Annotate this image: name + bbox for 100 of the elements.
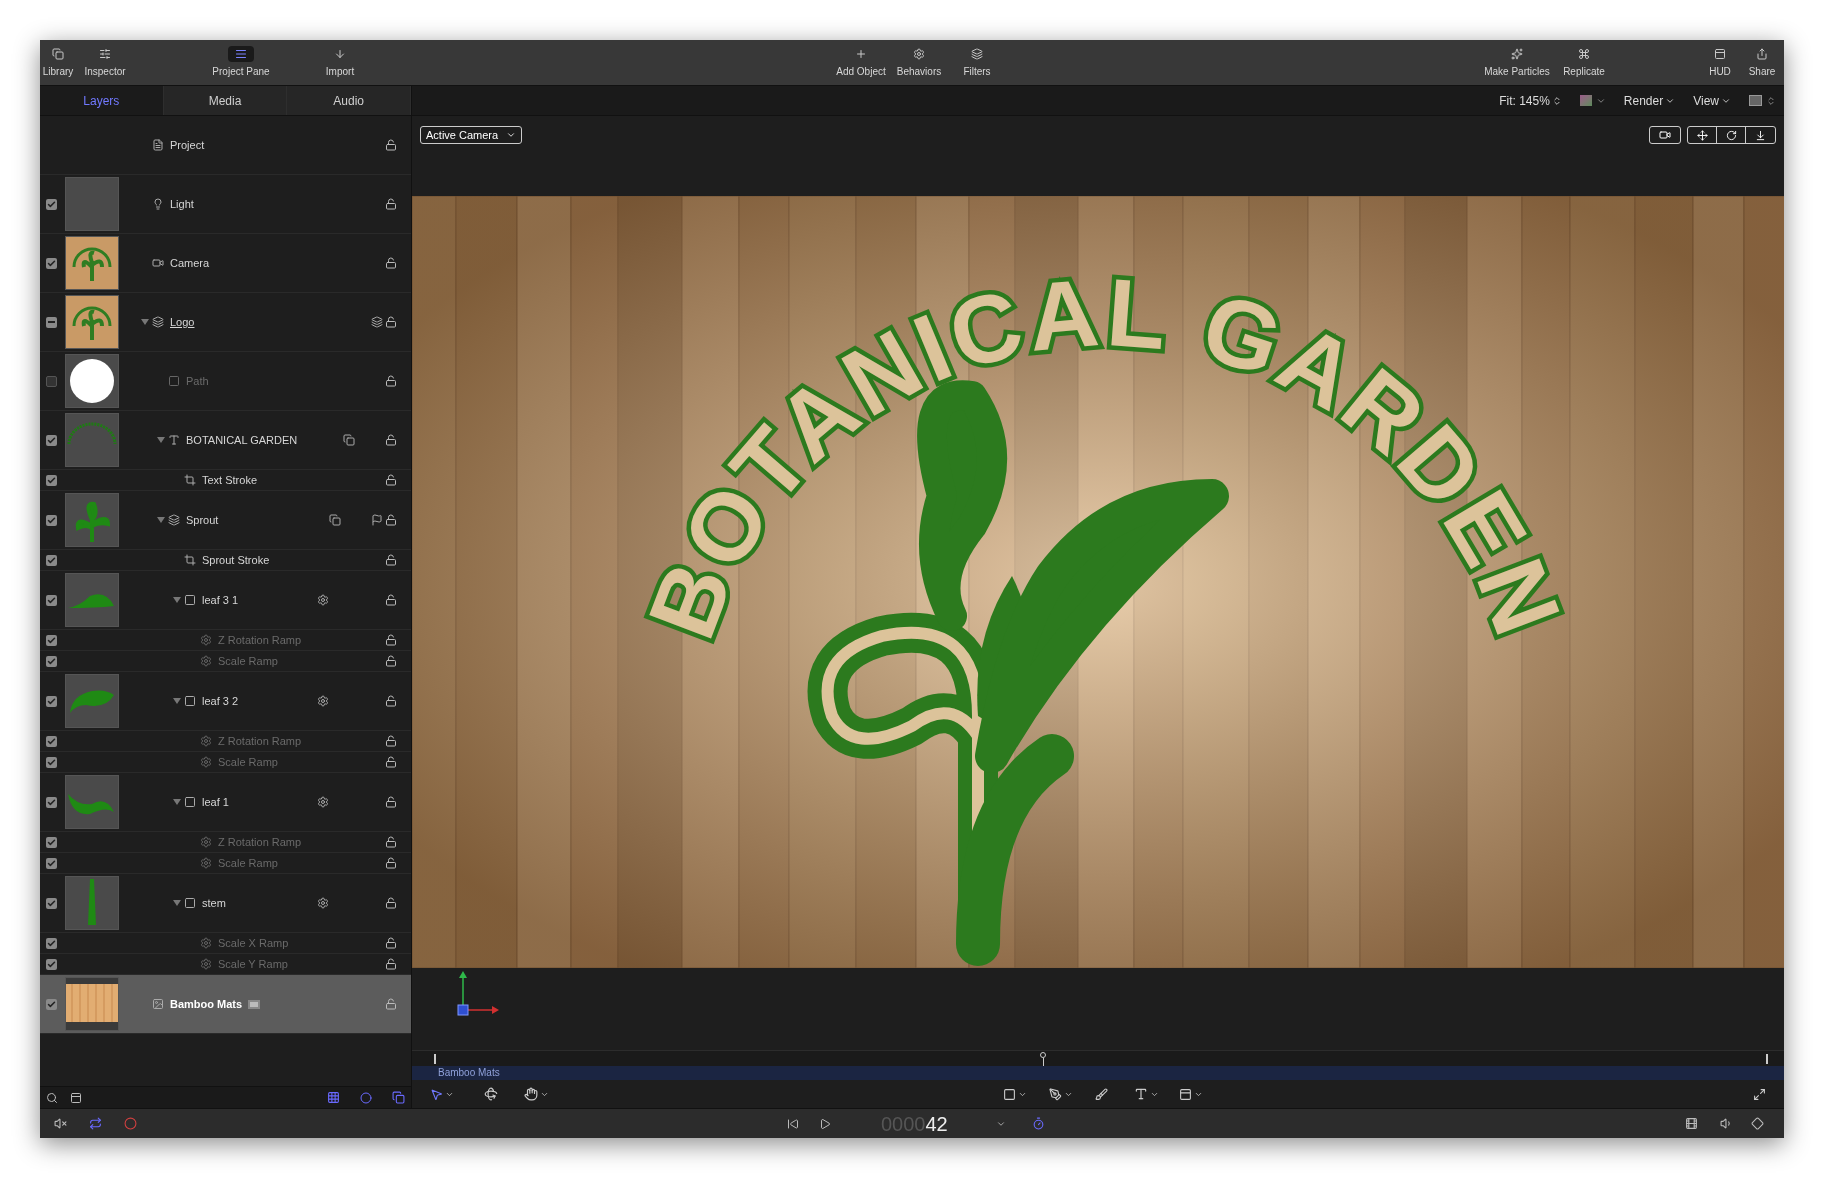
layer-row[interactable]: Sprout — [40, 491, 411, 550]
lock-icon[interactable] — [385, 554, 397, 566]
visibility-checkbox[interactable] — [45, 375, 57, 387]
lock-icon[interactable] — [385, 474, 397, 486]
lock-icon[interactable] — [385, 634, 397, 646]
lock-icon[interactable] — [385, 695, 397, 707]
search-icon[interactable] — [46, 1091, 58, 1104]
layers-icon[interactable] — [392, 1091, 405, 1104]
timeline-track[interactable]: Bamboo Mats — [412, 1066, 1784, 1080]
visibility-checkbox[interactable] — [45, 474, 57, 486]
volume-icon[interactable] — [1720, 1117, 1733, 1130]
visibility-checkbox[interactable] — [45, 554, 57, 566]
visibility-checkbox[interactable] — [45, 257, 57, 269]
toolbar-button[interactable]: HUD — [1700, 42, 1740, 83]
visibility-checkbox[interactable] — [45, 735, 57, 747]
layer-row[interactable]: Bamboo Mats — [40, 975, 411, 1034]
fit-menu[interactable]: Fit: 145% — [1499, 91, 1562, 110]
layer-row[interactable]: Camera — [40, 234, 411, 293]
filter-icon[interactable] — [343, 434, 355, 446]
visibility-checkbox[interactable] — [45, 897, 57, 909]
disclosure-triangle-icon[interactable] — [173, 698, 181, 704]
visibility-checkbox[interactable] — [45, 857, 57, 869]
timer-icon[interactable] — [1031, 1117, 1045, 1130]
lock-icon[interactable] — [385, 375, 397, 387]
visibility-checkbox[interactable] — [45, 434, 57, 446]
expand-icon[interactable] — [1753, 1087, 1766, 1101]
keyframe-icon[interactable] — [1751, 1117, 1764, 1130]
visibility-checkbox[interactable] — [45, 514, 57, 526]
filter-icon[interactable] — [329, 514, 341, 526]
disclosure-triangle-icon[interactable] — [173, 799, 181, 805]
disclosure-triangle-icon[interactable] — [157, 437, 165, 443]
toolbar-button[interactable]: Inspector — [76, 42, 134, 83]
visibility-checkbox[interactable] — [45, 937, 57, 949]
pointer-tool-icon[interactable] — [430, 1087, 443, 1101]
layer-row[interactable]: Light — [40, 175, 411, 234]
toolbar-button[interactable]: Library — [42, 42, 74, 83]
layer-row[interactable]: Logo — [40, 293, 411, 352]
toolbar-button[interactable]: Share — [1744, 42, 1780, 83]
hand-tool-icon[interactable] — [524, 1087, 538, 1101]
lock-icon[interactable] — [385, 735, 397, 747]
layout-icon[interactable] — [70, 1091, 82, 1104]
visibility-checkbox[interactable] — [45, 634, 57, 646]
loop-icon[interactable] — [89, 1117, 102, 1130]
layer-row[interactable]: leaf 3 1 — [40, 571, 411, 630]
toolbar-button[interactable]: Add Object — [833, 42, 889, 83]
layer-row[interactable]: BOTANICAL GARDEN — [40, 411, 411, 470]
toolbar-button[interactable]: Import — [310, 42, 370, 83]
lock-icon[interactable] — [385, 857, 397, 869]
lock-icon[interactable] — [385, 937, 397, 949]
lock-icon[interactable] — [385, 434, 397, 446]
lock-icon[interactable] — [385, 756, 397, 768]
brush-tool-icon[interactable] — [1095, 1087, 1108, 1101]
film-icon[interactable] — [1685, 1117, 1698, 1130]
mask-tool-icon[interactable] — [1179, 1087, 1192, 1101]
toolbar-button[interactable]: Filters — [949, 42, 1005, 83]
visibility-checkbox[interactable] — [45, 796, 57, 808]
lock-icon[interactable] — [385, 796, 397, 808]
mute-icon[interactable] — [54, 1117, 67, 1130]
visibility-checkbox[interactable] — [45, 695, 57, 707]
disclosure-triangle-icon[interactable] — [141, 319, 149, 325]
stepper-icon[interactable] — [1766, 95, 1776, 106]
stack-icon[interactable] — [371, 316, 383, 328]
panel-tab[interactable]: Layers — [40, 86, 164, 115]
lock-icon[interactable] — [385, 897, 397, 909]
lock-icon[interactable] — [385, 594, 397, 606]
lock-icon[interactable] — [385, 257, 397, 269]
disclosure-triangle-icon[interactable] — [173, 597, 181, 603]
disclosure-triangle-icon[interactable] — [157, 517, 165, 523]
layer-row[interactable]: leaf 1 — [40, 773, 411, 832]
checker-icon[interactable] — [327, 1091, 340, 1104]
text-tool-icon[interactable] — [1134, 1087, 1148, 1101]
visibility-checkbox[interactable] — [45, 836, 57, 848]
visibility-checkbox[interactable] — [45, 655, 57, 667]
layer-row[interactable]: leaf 3 2 — [40, 672, 411, 731]
view-menu[interactable]: View — [1693, 91, 1731, 110]
toolbar-button[interactable]: Project Pane — [206, 42, 276, 83]
lock-icon[interactable] — [385, 316, 397, 328]
orbit-tool-icon[interactable] — [484, 1087, 498, 1101]
camera-dropdown[interactable]: Active Camera — [420, 126, 523, 144]
color-swatch-icon[interactable] — [1579, 95, 1592, 106]
transform-tool-group[interactable] — [1687, 126, 1776, 144]
lock-icon[interactable] — [385, 514, 397, 526]
visibility-checkbox[interactable] — [45, 998, 57, 1010]
lock-icon[interactable] — [385, 958, 397, 970]
lock-icon[interactable] — [385, 836, 397, 848]
disclosure-triangle-icon[interactable] — [173, 900, 181, 906]
lock-icon[interactable] — [385, 139, 397, 151]
in-point-marker-icon[interactable] — [434, 1054, 438, 1064]
lock-icon[interactable] — [385, 655, 397, 667]
render-menu[interactable]: Render — [1623, 91, 1676, 110]
layer-row[interactable]: stem — [40, 874, 411, 933]
rectangle-tool-icon[interactable] — [1003, 1087, 1016, 1101]
visibility-checkbox[interactable] — [45, 316, 57, 328]
camera-button[interactable] — [1649, 126, 1681, 144]
visibility-checkbox[interactable] — [45, 958, 57, 970]
flag-icon[interactable] — [371, 514, 383, 526]
visibility-checkbox[interactable] — [45, 756, 57, 768]
visibility-checkbox[interactable] — [45, 594, 57, 606]
play-icon[interactable] — [819, 1117, 831, 1130]
toolbar-button[interactable]: Behaviors — [891, 42, 947, 83]
